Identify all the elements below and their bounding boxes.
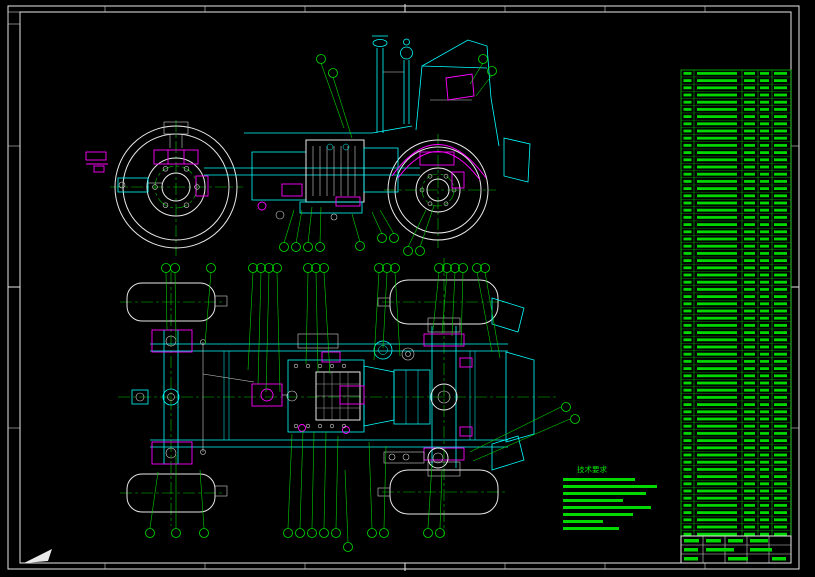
note-line xyxy=(563,506,651,509)
seat xyxy=(445,73,475,101)
balloon-callout xyxy=(170,263,180,273)
note-line xyxy=(563,485,657,488)
side-plates xyxy=(491,297,535,471)
plan-view xyxy=(118,258,558,536)
front-hitch-side xyxy=(117,177,162,193)
drawing-sheet: 技术要求 xyxy=(7,4,800,571)
counterweight xyxy=(85,151,108,173)
balloon-callout xyxy=(570,414,580,424)
balloon-callout xyxy=(328,68,338,78)
balloon-callout xyxy=(161,263,171,273)
balloon-callout xyxy=(423,528,433,538)
balloon-callout xyxy=(291,242,301,252)
balloon-callout xyxy=(377,233,387,243)
balloon-callout xyxy=(435,528,445,538)
balloon-callout xyxy=(279,242,289,252)
note-line xyxy=(563,499,623,502)
balloon-callout xyxy=(206,263,216,273)
balloon-callout xyxy=(316,54,326,64)
note-line xyxy=(563,492,646,495)
engine-assembly-side xyxy=(163,121,420,221)
balloon-callout xyxy=(171,528,181,538)
title-block xyxy=(680,535,792,564)
tech-requirements-title: 技术要求 xyxy=(577,464,607,474)
sheet-arrow-icon xyxy=(24,549,52,563)
balloon-callout xyxy=(315,242,325,252)
balloon-callout xyxy=(283,528,293,538)
side-view xyxy=(85,35,531,256)
air-cleaner-stack xyxy=(383,38,413,124)
balloon-callout xyxy=(379,528,389,538)
balloon-callout xyxy=(343,542,353,552)
balloon-callout xyxy=(389,233,399,243)
balloon-callout xyxy=(403,246,413,256)
note-line xyxy=(563,513,633,516)
exhaust-stack xyxy=(372,35,388,133)
sheet-frame xyxy=(7,4,800,571)
balloon-callout xyxy=(561,402,571,412)
balloon-callout xyxy=(319,528,329,538)
balloon-callout xyxy=(145,528,155,538)
parts-list-table xyxy=(680,69,792,537)
balloon-callout xyxy=(331,528,341,538)
balloon-callout xyxy=(199,528,209,538)
note-line xyxy=(563,478,635,481)
balloon-callout xyxy=(415,246,425,256)
balloon-callouts xyxy=(145,54,580,552)
balloon-callout xyxy=(367,528,377,538)
cab-frame xyxy=(391,39,531,183)
note-line xyxy=(563,520,603,523)
balloon-callout xyxy=(355,241,365,251)
balloon-callout xyxy=(303,242,313,252)
balloon-callout xyxy=(295,528,305,538)
technical-requirements: 技术要求 xyxy=(563,464,657,530)
cad-drawing-canvas[interactable]: 技术要求 xyxy=(0,0,815,577)
balloon-callout xyxy=(307,528,317,538)
note-line xyxy=(563,527,619,530)
balloon-callout xyxy=(478,54,488,64)
